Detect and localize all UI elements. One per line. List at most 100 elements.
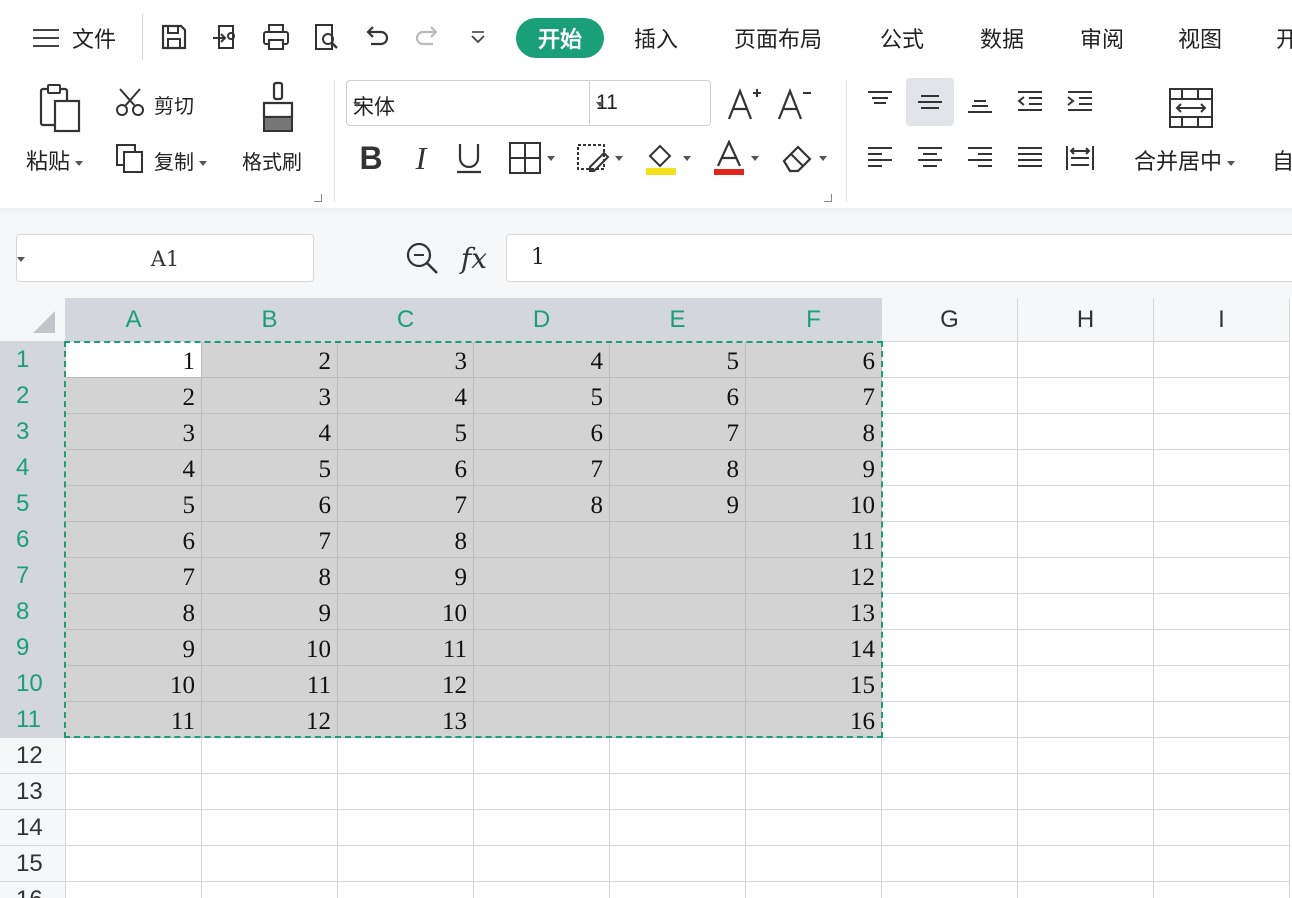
cell-h11[interactable] <box>1018 702 1154 738</box>
increase-indent-icon[interactable] <box>1062 84 1098 120</box>
cell-a6[interactable]: 6 <box>66 522 202 558</box>
cell-h2[interactable] <box>1018 378 1154 414</box>
cell-c10[interactable]: 12 <box>338 666 474 702</box>
cell-b3[interactable]: 4 <box>202 414 338 450</box>
cell-a3[interactable]: 3 <box>66 414 202 450</box>
cell-c9[interactable]: 11 <box>338 630 474 666</box>
cell-d5[interactable]: 8 <box>474 486 610 522</box>
cell-e10[interactable] <box>610 666 746 702</box>
cell-d12[interactable] <box>474 738 610 774</box>
align-left-icon[interactable] <box>862 140 898 176</box>
cell-c6[interactable]: 8 <box>338 522 474 558</box>
tab-formulas[interactable]: 公式 <box>880 18 924 58</box>
zoom-search-icon[interactable] <box>402 238 442 278</box>
row-header-13[interactable]: 13 <box>0 774 66 810</box>
align-center-icon[interactable] <box>912 140 948 176</box>
cell-a4[interactable]: 4 <box>66 450 202 486</box>
clipboard-dialog-launcher[interactable] <box>314 194 322 202</box>
cell-b7[interactable]: 8 <box>202 558 338 594</box>
cell-d6[interactable] <box>474 522 610 558</box>
cell-e2[interactable]: 6 <box>610 378 746 414</box>
row-header-12[interactable]: 12 <box>0 738 66 774</box>
cell-e3[interactable]: 7 <box>610 414 746 450</box>
cell-i4[interactable] <box>1154 450 1290 486</box>
cell-f6[interactable]: 11 <box>746 522 882 558</box>
cell-a15[interactable] <box>66 846 202 882</box>
row-header-3[interactable]: 3 <box>0 414 66 450</box>
cell-f16[interactable] <box>746 882 882 898</box>
cell-f9[interactable]: 14 <box>746 630 882 666</box>
cell-c12[interactable] <box>338 738 474 774</box>
cell-a13[interactable] <box>66 774 202 810</box>
column-header-f[interactable]: F <box>746 298 882 342</box>
cell-g16[interactable] <box>882 882 1018 898</box>
cell-b1[interactable]: 2 <box>202 342 338 378</box>
cell-b16[interactable] <box>202 882 338 898</box>
tab-review[interactable]: 审阅 <box>1080 18 1124 58</box>
cell-g1[interactable] <box>882 342 1018 378</box>
cell-h12[interactable] <box>1018 738 1154 774</box>
customize-quick-access-icon[interactable] <box>460 18 496 56</box>
distributed-align-icon[interactable] <box>1062 140 1098 176</box>
cell-g8[interactable] <box>882 594 1018 630</box>
cell-c13[interactable] <box>338 774 474 810</box>
format-painter-icon[interactable] <box>256 80 300 136</box>
cell-a16[interactable] <box>66 882 202 898</box>
cell-b4[interactable]: 5 <box>202 450 338 486</box>
merge-center-icon[interactable] <box>1166 86 1216 130</box>
cell-d8[interactable] <box>474 594 610 630</box>
cell-d15[interactable] <box>474 846 610 882</box>
cell-i2[interactable] <box>1154 378 1290 414</box>
cell-d13[interactable] <box>474 774 610 810</box>
align-right-icon[interactable] <box>962 140 998 176</box>
cell-h15[interactable] <box>1018 846 1154 882</box>
column-header-c[interactable]: C <box>338 298 474 342</box>
cell-g2[interactable] <box>882 378 1018 414</box>
cell-i14[interactable] <box>1154 810 1290 846</box>
cell-d3[interactable]: 6 <box>474 414 610 450</box>
cell-format-icon[interactable] <box>570 140 628 176</box>
row-header-9[interactable]: 9 <box>0 630 66 666</box>
decrease-indent-icon[interactable] <box>1012 84 1048 120</box>
tab-view[interactable]: 视图 <box>1178 18 1222 58</box>
cell-c1[interactable]: 3 <box>338 342 474 378</box>
paste-button[interactable]: 粘贴 <box>26 144 84 176</box>
row-header-4[interactable]: 4 <box>0 450 66 486</box>
cell-d16[interactable] <box>474 882 610 898</box>
name-box[interactable]: A1 <box>16 234 314 282</box>
cell-i13[interactable] <box>1154 774 1290 810</box>
formula-input[interactable]: 1 <box>506 234 1292 282</box>
column-header-g[interactable]: G <box>882 298 1018 342</box>
column-header-a[interactable]: A <box>66 298 202 342</box>
cell-b13[interactable] <box>202 774 338 810</box>
tab-insert[interactable]: 插入 <box>634 18 678 58</box>
row-header-2[interactable]: 2 <box>0 378 66 414</box>
cell-i3[interactable] <box>1154 414 1290 450</box>
row-header-8[interactable]: 8 <box>0 594 66 630</box>
cell-e1[interactable]: 5 <box>610 342 746 378</box>
format-painter-button[interactable]: 格式刷 <box>242 146 302 175</box>
merge-center-button[interactable]: 合并居中 <box>1134 144 1236 176</box>
align-top-icon[interactable] <box>862 84 898 120</box>
cell-d2[interactable]: 5 <box>474 378 610 414</box>
row-header-14[interactable]: 14 <box>0 810 66 846</box>
cell-g12[interactable] <box>882 738 1018 774</box>
cell-c3[interactable]: 5 <box>338 414 474 450</box>
row-header-16[interactable]: 16 <box>0 882 66 898</box>
cell-h3[interactable] <box>1018 414 1154 450</box>
cell-i9[interactable] <box>1154 630 1290 666</box>
cell-h5[interactable] <box>1018 486 1154 522</box>
redo-icon[interactable] <box>410 18 446 56</box>
export-icon[interactable] <box>208 18 244 56</box>
cell-g4[interactable] <box>882 450 1018 486</box>
cell-d4[interactable]: 7 <box>474 450 610 486</box>
cell-c15[interactable] <box>338 846 474 882</box>
scissors-icon[interactable] <box>112 84 148 120</box>
align-bottom-icon[interactable] <box>962 84 998 120</box>
cell-b2[interactable]: 3 <box>202 378 338 414</box>
column-header-h[interactable]: H <box>1018 298 1154 342</box>
cell-e9[interactable] <box>610 630 746 666</box>
cell-h13[interactable] <box>1018 774 1154 810</box>
copy-icon[interactable] <box>112 140 148 176</box>
cell-h14[interactable] <box>1018 810 1154 846</box>
